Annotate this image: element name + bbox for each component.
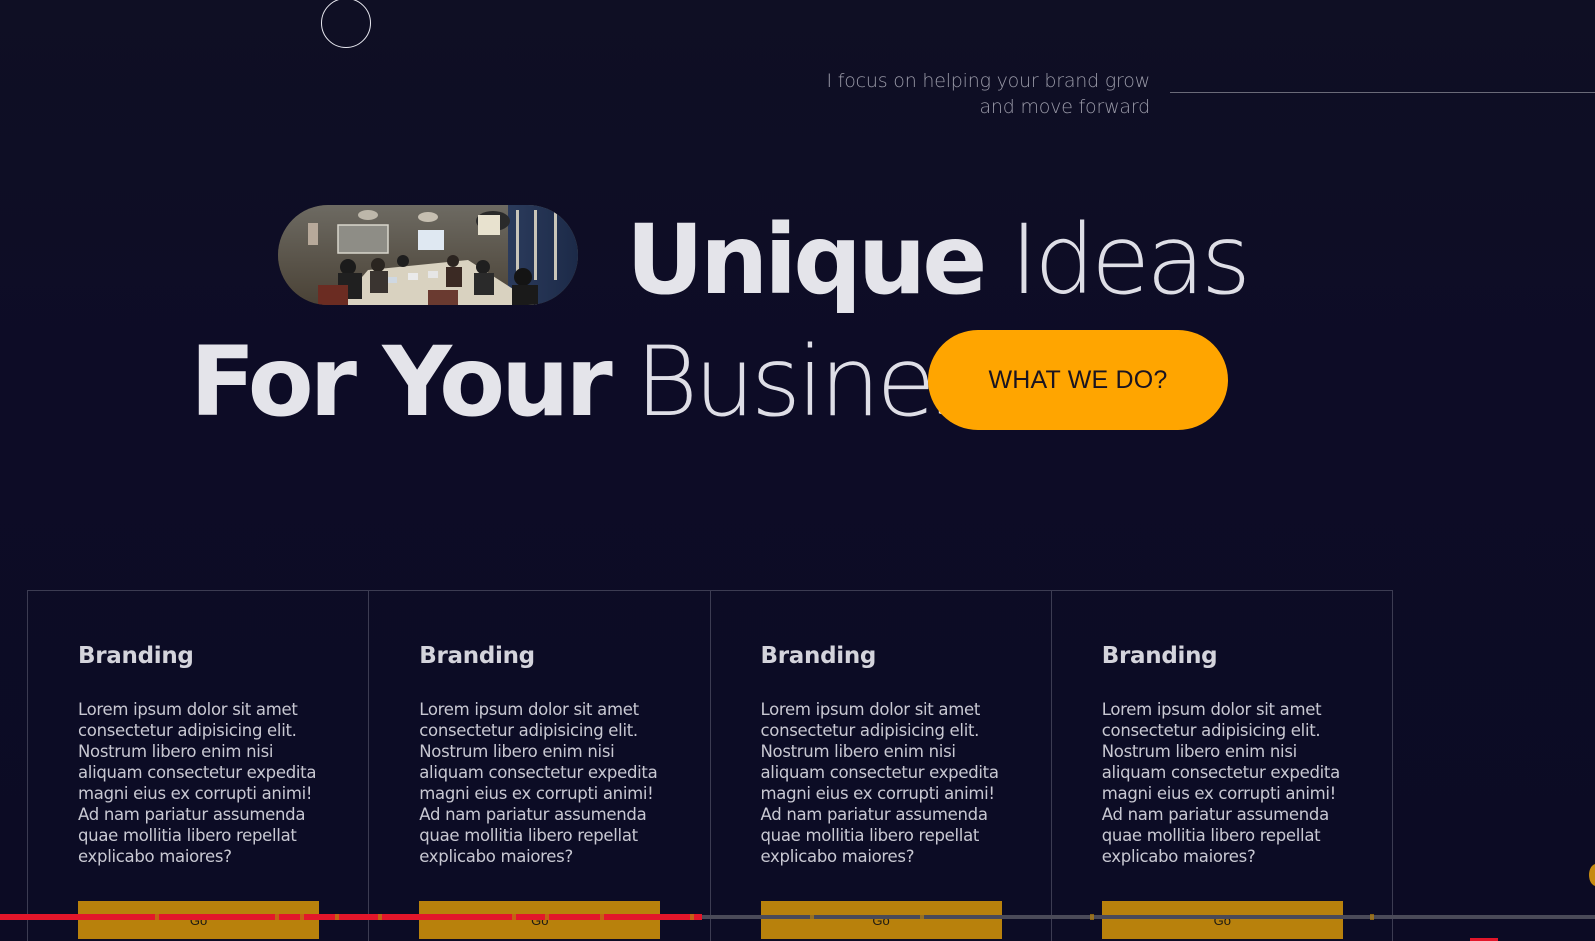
service-card: Branding Lorem ipsum dolor sit amet cons… [369, 591, 711, 941]
progress-gap [300, 914, 304, 920]
service-title: Branding [760, 643, 877, 669]
hero-photo [278, 205, 578, 305]
progress-fill [0, 914, 702, 920]
service-card: Branding Lorem ipsum dolor sit amet cons… [1051, 591, 1393, 941]
tagline: I focus on helping your brand grow and m… [810, 68, 1150, 120]
services-grid: Branding Lorem ipsum dolor sit amet cons… [27, 590, 1393, 941]
progress-gap [690, 914, 694, 920]
service-description: Lorem ipsum dolor sit amet consectetur a… [78, 700, 317, 866]
service-go-button[interactable]: Go [760, 901, 1002, 939]
tagline-divider [1170, 92, 1595, 93]
progress-gap [1090, 914, 1094, 920]
hero-heading-line-2: For Your Business. [190, 334, 1054, 430]
progress-gap [335, 914, 339, 920]
hero-word-for-your: For Your [190, 326, 613, 438]
service-title: Branding [78, 643, 194, 669]
service-title: Branding [1101, 643, 1218, 669]
hero-word-unique: Unique [626, 204, 987, 316]
scroll-progress-svg [0, 914, 1595, 920]
cursor-ring-icon [321, 0, 371, 48]
service-go-button[interactable]: Go [78, 901, 319, 939]
progress-gap [920, 914, 924, 920]
service-description: Lorem ipsum dolor sit amet consectetur a… [760, 700, 999, 866]
service-title: Branding [419, 643, 535, 669]
scroll-progress-bar [0, 914, 1595, 920]
progress-gap [378, 914, 382, 920]
progress-gap [275, 914, 279, 920]
meeting-room-photo [278, 205, 578, 305]
progress-gap [810, 914, 814, 920]
progress-gap [155, 914, 159, 920]
hero-heading-line-1: Unique Ideas [626, 212, 1251, 308]
service-go-button[interactable]: Go [419, 901, 661, 939]
what-we-do-button[interactable]: WHAT WE DO? [928, 330, 1228, 430]
progress-gap [1370, 914, 1374, 920]
service-card: Branding Lorem ipsum dolor sit amet cons… [28, 591, 370, 941]
progress-gap [545, 914, 549, 920]
tagline-line-2: and move forward [979, 96, 1150, 118]
service-description: Lorem ipsum dolor sit amet consectetur a… [419, 700, 658, 866]
edge-indicator [1589, 864, 1595, 886]
service-card: Branding Lorem ipsum dolor sit amet cons… [710, 591, 1052, 941]
service-go-button[interactable]: Go [1101, 901, 1343, 939]
progress-gap [600, 914, 604, 920]
landing-page: I focus on helping your brand grow and m… [0, 0, 1595, 941]
hero-word-ideas: Ideas [1009, 204, 1251, 316]
service-description: Lorem ipsum dolor sit amet consectetur a… [1101, 700, 1340, 866]
tagline-line-1: I focus on helping your brand grow [826, 70, 1150, 92]
progress-gap [512, 914, 516, 920]
